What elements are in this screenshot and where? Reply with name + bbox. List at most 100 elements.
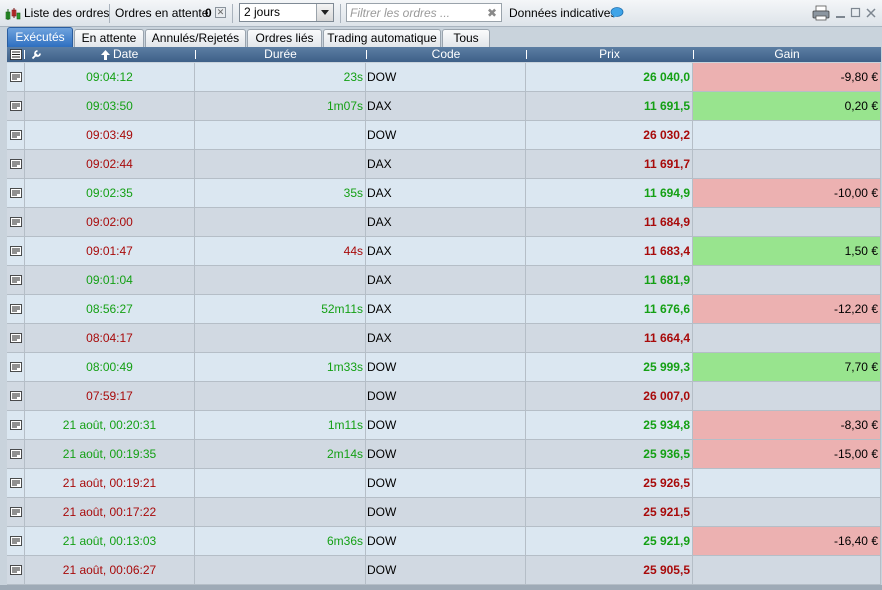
indicative-data-label: Données indicatives — [509, 6, 617, 20]
tab-pending[interactable]: En attente — [74, 29, 144, 47]
table-row[interactable]: 21 août, 00:13:03 6m36s DOW 25 921,9 -16… — [7, 527, 881, 556]
tab-linked-orders[interactable]: Ordres liés — [247, 29, 322, 47]
cell-duration — [195, 266, 366, 295]
cell-date: 09:02:00 — [25, 208, 195, 237]
candlestick-icon — [5, 8, 21, 20]
print-icon[interactable] — [812, 5, 830, 21]
period-select[interactable]: 2 jours — [239, 3, 334, 22]
close-pending-icon[interactable]: ✕ — [215, 7, 226, 18]
order-details-icon[interactable] — [10, 246, 22, 256]
table-row[interactable]: 09:03:50 1m07s DAX 11 691,5 0,20 € — [7, 92, 881, 121]
table-row[interactable]: 08:04:17 DAX 11 664,4 — [7, 324, 881, 353]
order-details-icon[interactable] — [10, 536, 22, 546]
cell-date: 21 août, 00:17:22 — [25, 498, 195, 527]
table-row[interactable]: 09:01:47 44s DAX 11 683,4 1,50 € — [7, 237, 881, 266]
cell-code: DOW — [366, 440, 526, 469]
table-row[interactable]: 09:01:04 DAX 11 681,9 — [7, 266, 881, 295]
cell-code: DOW — [366, 469, 526, 498]
cell-gain — [693, 324, 881, 353]
col-gain[interactable]: Gain — [693, 47, 881, 62]
table-row[interactable]: 07:59:17 DOW 26 007,0 — [7, 382, 881, 411]
pending-orders-label[interactable]: Ordres en attente — [115, 0, 208, 27]
cell-gain: 0,20 € — [693, 92, 881, 121]
orders-list-label[interactable]: Liste des ordres — [24, 0, 109, 27]
order-details-icon[interactable] — [10, 72, 22, 82]
cell-duration — [195, 382, 366, 411]
order-details-icon[interactable] — [10, 275, 22, 285]
cell-duration: 1m33s — [195, 353, 366, 382]
cell-gain — [693, 469, 881, 498]
order-details-icon[interactable] — [10, 304, 22, 314]
order-details-icon[interactable] — [10, 565, 22, 575]
cell-code: DAX — [366, 324, 526, 353]
cell-date: 09:01:47 — [25, 237, 195, 266]
cell-gain — [693, 150, 881, 179]
sort-asc-icon[interactable] — [101, 50, 110, 60]
tab-auto-trading[interactable]: Trading automatique — [323, 29, 441, 47]
tab-all[interactable]: Tous — [442, 29, 490, 47]
table-row[interactable]: 21 août, 00:17:22 DOW 25 921,5 — [7, 498, 881, 527]
table-row[interactable]: 21 août, 00:20:31 1m11s DOW 25 934,8 -8,… — [7, 411, 881, 440]
cell-price: 25 921,5 — [526, 498, 693, 527]
wrench-icon[interactable] — [31, 49, 42, 60]
close-icon[interactable] — [865, 5, 877, 21]
col-price[interactable]: Prix — [526, 47, 693, 62]
order-details-icon[interactable] — [10, 420, 22, 430]
chevron-down-icon[interactable] — [316, 4, 333, 21]
cell-date: 09:02:35 — [25, 179, 195, 208]
cell-date: 09:02:44 — [25, 150, 195, 179]
tab-executed[interactable]: Exécutés — [7, 27, 73, 47]
cell-price: 25 926,5 — [526, 469, 693, 498]
cell-code: DOW — [366, 411, 526, 440]
cell-code: DAX — [366, 179, 526, 208]
table-row[interactable]: 21 août, 00:19:21 DOW 25 926,5 — [7, 469, 881, 498]
order-details-icon[interactable] — [10, 217, 22, 227]
order-details-icon[interactable] — [10, 362, 22, 372]
col-duration[interactable]: Durée — [195, 47, 366, 62]
columns-menu-icon[interactable] — [10, 49, 22, 60]
order-details-icon[interactable] — [10, 101, 22, 111]
cell-price: 11 691,5 — [526, 92, 693, 121]
table-row[interactable]: 21 août, 00:06:27 DOW 25 905,5 — [7, 556, 881, 585]
order-details-icon[interactable] — [10, 159, 22, 169]
cell-date: 21 août, 00:13:03 — [25, 527, 195, 556]
cell-duration: 23s — [195, 63, 366, 92]
table-row[interactable]: 09:02:00 DAX 11 684,9 — [7, 208, 881, 237]
cell-gain — [693, 556, 881, 585]
order-details-icon[interactable] — [10, 478, 22, 488]
cell-price: 25 936,5 — [526, 440, 693, 469]
cell-price: 25 905,5 — [526, 556, 693, 585]
table-row[interactable]: 09:02:35 35s DAX 11 694,9 -10,00 € — [7, 179, 881, 208]
filter-orders-input[interactable] — [350, 5, 480, 20]
cell-code: DAX — [366, 295, 526, 324]
cell-code: DOW — [366, 556, 526, 585]
maximize-icon[interactable] — [850, 5, 862, 21]
col-code[interactable]: Code — [366, 47, 526, 62]
cell-price: 11 683,4 — [526, 237, 693, 266]
cell-date: 08:04:17 — [25, 324, 195, 353]
clear-filter-icon[interactable]: ✖ — [487, 6, 497, 20]
minimize-icon[interactable] — [835, 5, 847, 21]
cell-duration — [195, 150, 366, 179]
order-details-icon[interactable] — [10, 391, 22, 401]
cell-duration: 6m36s — [195, 527, 366, 556]
toolbar: Liste des ordres Ordres en attente 0 ✕ 2… — [0, 0, 882, 27]
order-details-icon[interactable] — [10, 333, 22, 343]
cell-code: DAX — [366, 208, 526, 237]
col-date[interactable]: Date — [113, 47, 138, 62]
order-details-icon[interactable] — [10, 188, 22, 198]
table-row[interactable]: 21 août, 00:19:35 2m14s DOW 25 936,5 -15… — [7, 440, 881, 469]
order-details-icon[interactable] — [10, 130, 22, 140]
table-row[interactable]: 08:56:27 52m11s DAX 11 676,6 -12,20 € — [7, 295, 881, 324]
tab-cancelled-rejected[interactable]: Annulés/Rejetés — [145, 29, 246, 47]
table-row[interactable]: 08:00:49 1m33s DOW 25 999,3 7,70 € — [7, 353, 881, 382]
order-details-icon[interactable] — [10, 449, 22, 459]
cell-gain: -15,00 € — [693, 440, 881, 469]
filter-orders-field[interactable]: ✖ — [346, 3, 502, 22]
toolbar-divider — [109, 4, 110, 23]
order-details-icon[interactable] — [10, 507, 22, 517]
table-row[interactable]: 09:03:49 DOW 26 030,2 — [7, 121, 881, 150]
table-row[interactable]: 09:04:12 23s DOW 26 040,0 -9,80 € — [7, 63, 881, 92]
table-row[interactable]: 09:02:44 DAX 11 691,7 — [7, 150, 881, 179]
table-header: Date Durée Code Prix Gain — [7, 47, 881, 62]
